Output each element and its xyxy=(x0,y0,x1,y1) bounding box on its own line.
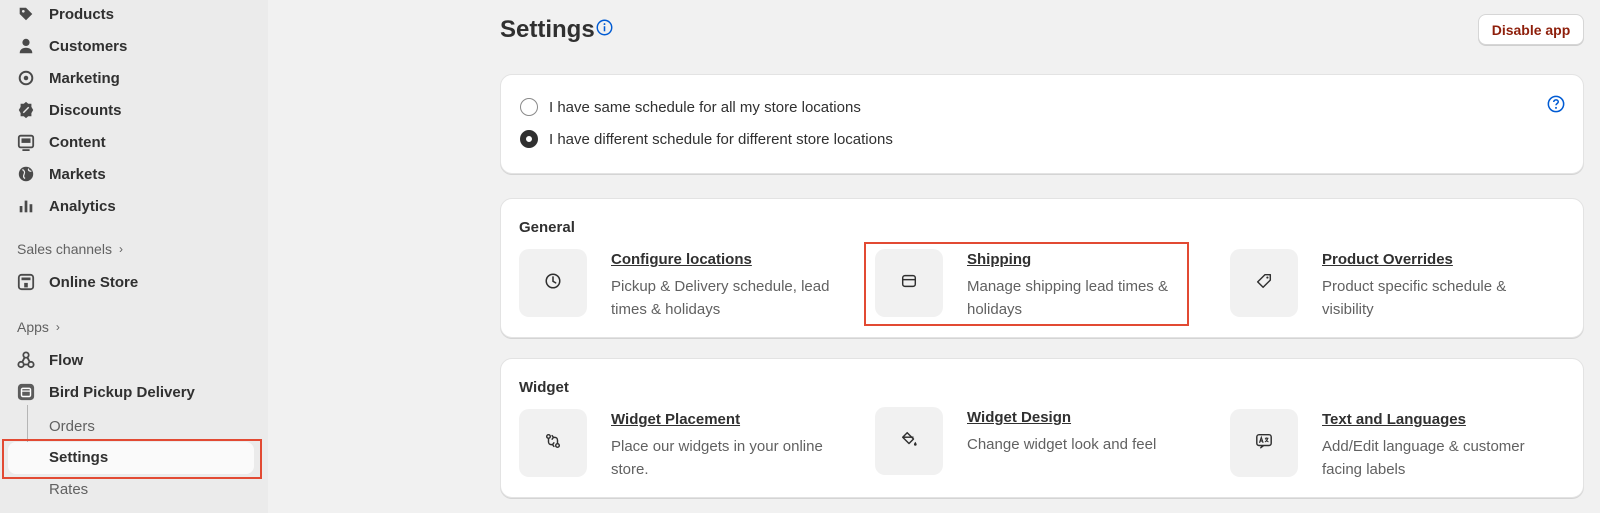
sidebar-item-label: Analytics xyxy=(49,197,116,215)
sidebar-item-label: Flow xyxy=(49,351,84,369)
globe-icon xyxy=(16,164,36,184)
info-icon[interactable] xyxy=(596,19,613,36)
feature-title[interactable]: Text and Languages xyxy=(1322,411,1562,428)
section-label: Apps xyxy=(17,319,49,335)
sidebar-item-label: Content xyxy=(49,133,106,151)
sidebar-item-marketing[interactable]: Marketing xyxy=(16,64,120,92)
help-icon[interactable] xyxy=(1547,95,1565,113)
sidebar-item-label: Online Store xyxy=(49,273,139,291)
radio-label: I have different schedule for different … xyxy=(549,130,893,148)
radio-label: I have same schedule for all my store lo… xyxy=(549,98,861,116)
feature-description: Change widget look and feel xyxy=(967,436,1157,453)
person-icon xyxy=(16,36,36,56)
paint-bucket-icon xyxy=(900,430,918,453)
sidebar-sub-orders[interactable]: Orders xyxy=(49,418,95,435)
disable-app-button[interactable]: Disable app xyxy=(1478,14,1584,45)
feature-title[interactable]: Configure locations xyxy=(611,251,851,268)
language-icon xyxy=(1255,432,1273,455)
sidebar-item-label: Discounts xyxy=(49,101,122,119)
feature-description: Add/Edit language & customer facing labe… xyxy=(1322,438,1525,478)
tag-icon xyxy=(1255,272,1273,295)
schedule-card: I have same schedule for all my store lo… xyxy=(500,74,1584,174)
sidebar-item-flow[interactable]: Flow xyxy=(16,346,83,374)
card-heading: General xyxy=(519,219,575,236)
sidebar-item-content[interactable]: Content xyxy=(16,128,106,156)
sidebar: Products Customers Marketing Discounts C… xyxy=(0,0,268,513)
apps-section[interactable]: Apps › xyxy=(17,319,60,335)
sidebar-sub-settings-active-bg xyxy=(8,442,254,474)
feature-tile[interactable] xyxy=(875,249,943,317)
sidebar-item-customers[interactable]: Customers xyxy=(16,32,127,60)
target-icon xyxy=(16,68,36,88)
tag-icon xyxy=(16,4,36,24)
section-label: Sales channels xyxy=(17,241,112,257)
sidebar-item-label: Markets xyxy=(49,165,106,183)
tree-connector xyxy=(27,405,28,447)
sidebar-sub-rates[interactable]: Rates xyxy=(49,481,88,498)
feature-description: Product specific schedule & visibility xyxy=(1322,278,1507,318)
content-icon xyxy=(16,132,36,152)
general-card: General Configure locations Pickup & Del… xyxy=(500,198,1584,338)
chevron-right-icon: › xyxy=(55,320,60,334)
feature-tile[interactable] xyxy=(519,409,587,477)
discount-icon xyxy=(16,100,36,120)
page-title: Settings xyxy=(500,16,595,43)
radio-button-checked[interactable] xyxy=(520,130,538,148)
sidebar-item-bird-pickup-delivery[interactable]: Bird Pickup Delivery xyxy=(16,378,195,406)
feature-tile[interactable] xyxy=(1230,249,1298,317)
app-calendar-icon xyxy=(16,382,36,402)
sidebar-item-markets[interactable]: Markets xyxy=(16,160,106,188)
feature-description: Place our widgets in your online store. xyxy=(611,438,823,478)
clock-icon xyxy=(544,272,562,295)
card-heading: Widget xyxy=(519,379,569,396)
arrows-swap-icon xyxy=(544,432,562,455)
feature-widget-design[interactable]: Widget Design Change widget look and fee… xyxy=(875,407,1207,475)
bar-chart-icon xyxy=(16,196,36,216)
sidebar-sub-settings[interactable]: Settings xyxy=(49,449,108,466)
feature-product-overrides[interactable]: Product Overrides Product specific sched… xyxy=(1230,249,1562,321)
sidebar-item-online-store[interactable]: Online Store xyxy=(16,268,138,296)
feature-tile[interactable] xyxy=(875,407,943,475)
sidebar-item-label: Bird Pickup Delivery xyxy=(49,383,195,401)
sidebar-item-label: Marketing xyxy=(49,69,120,87)
feature-title[interactable]: Widget Placement xyxy=(611,411,851,428)
feature-tile[interactable] xyxy=(519,249,587,317)
feature-tile[interactable] xyxy=(1230,409,1298,477)
sidebar-item-label: Products xyxy=(49,5,115,23)
sidebar-item-analytics[interactable]: Analytics xyxy=(16,192,116,220)
radio-button[interactable] xyxy=(520,98,538,116)
flow-icon xyxy=(16,350,36,370)
widget-card: Widget Widget Placement Place our widget… xyxy=(500,358,1584,498)
feature-description: Manage shipping lead times & holidays xyxy=(967,278,1168,318)
radio-different-schedule[interactable]: I have different schedule for different … xyxy=(520,130,893,148)
sidebar-item-label: Customers xyxy=(49,37,128,55)
feature-configure-locations[interactable]: Configure locations Pickup & Delivery sc… xyxy=(519,249,851,321)
feature-title[interactable]: Widget Design xyxy=(967,409,1207,426)
sidebar-item-products[interactable]: Products xyxy=(16,0,114,28)
store-icon xyxy=(16,272,36,292)
feature-widget-placement[interactable]: Widget Placement Place our widgets in yo… xyxy=(519,409,851,481)
feature-description: Pickup & Delivery schedule, lead times &… xyxy=(611,278,830,318)
feature-title[interactable]: Shipping xyxy=(967,251,1207,268)
sidebar-item-discounts[interactable]: Discounts xyxy=(16,96,122,124)
feature-title[interactable]: Product Overrides xyxy=(1322,251,1562,268)
radio-same-schedule[interactable]: I have same schedule for all my store lo… xyxy=(520,98,861,116)
package-icon xyxy=(900,272,918,295)
sales-channels-section[interactable]: Sales channels › xyxy=(17,241,123,257)
chevron-right-icon: › xyxy=(118,242,123,256)
feature-shipping[interactable]: Shipping Manage shipping lead times & ho… xyxy=(875,249,1207,321)
feature-text-and-languages[interactable]: Text and Languages Add/Edit language & c… xyxy=(1230,409,1562,481)
